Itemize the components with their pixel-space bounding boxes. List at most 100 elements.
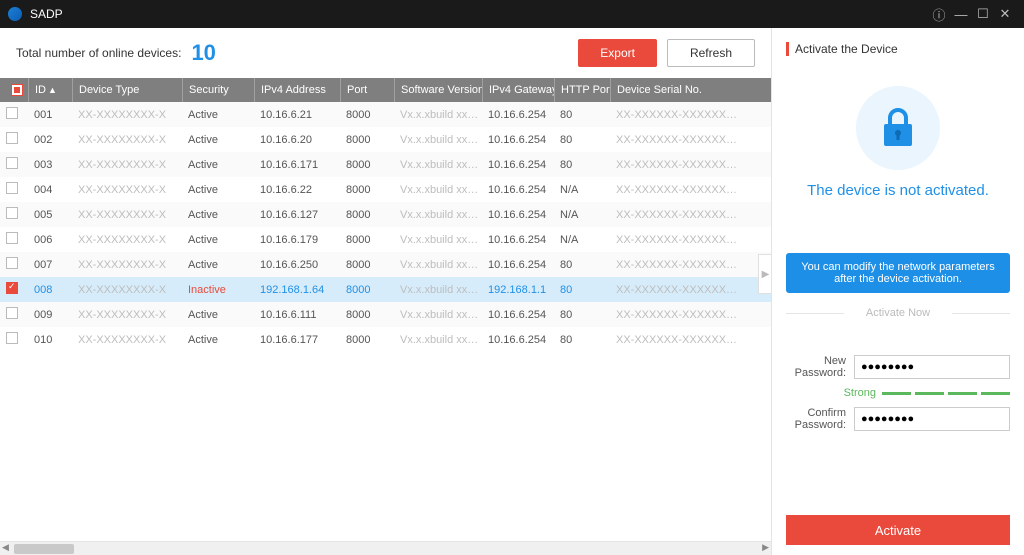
cell-software-version: Vx.x.xbuild xxxxxx — [394, 234, 482, 246]
cell-port: 8000 — [340, 134, 394, 146]
cell-http-port: 80 — [554, 259, 610, 271]
table-row[interactable]: 007XX-XXXXXXXX-XActive10.16.6.2508000Vx.… — [0, 252, 771, 277]
cell-id: 006 — [28, 234, 72, 246]
cell-http-port: 80 — [554, 134, 610, 146]
cell-id: 004 — [28, 184, 72, 196]
cell-port: 8000 — [340, 184, 394, 196]
table-row[interactable]: 002XX-XXXXXXXX-XActive10.16.6.208000Vx.x… — [0, 127, 771, 152]
cell-security: Inactive — [182, 284, 254, 296]
confirm-password-input[interactable] — [854, 407, 1010, 431]
info-icon[interactable]: ⓘ — [928, 5, 950, 24]
cell-id: 001 — [28, 109, 72, 121]
col-security[interactable]: Security — [182, 78, 254, 102]
scroll-left-icon[interactable]: ◀ — [2, 542, 9, 553]
table-row[interactable]: 005XX-XXXXXXXX-XActive10.16.6.1278000Vx.… — [0, 202, 771, 227]
cell-serial: XX-XXXXXX-XXXXXXXXX — [610, 234, 740, 246]
panel-title: Activate the Device — [786, 42, 1010, 56]
row-checkbox[interactable] — [0, 332, 28, 347]
activate-now-text: Activate Now — [786, 307, 1010, 319]
cell-security: Active — [182, 109, 254, 121]
col-software-version[interactable]: Software Version — [394, 78, 482, 102]
password-strength-bars — [882, 392, 1010, 395]
table-row[interactable]: 006XX-XXXXXXXX-XActive10.16.6.1798000Vx.… — [0, 227, 771, 252]
horizontal-scrollbar[interactable]: ◀ ▶ — [0, 541, 771, 555]
cell-ipv4-gateway: 10.16.6.254 — [482, 334, 554, 346]
row-checkbox[interactable] — [0, 107, 28, 122]
cell-security: Active — [182, 209, 254, 221]
cell-serial: XX-XXXXXX-XXXXXXXXXX — [610, 309, 740, 321]
cell-device-type: XX-XXXXXXXX-X — [72, 234, 182, 246]
col-port[interactable]: Port — [340, 78, 394, 102]
col-device-type[interactable]: Device Type — [72, 78, 182, 102]
cell-http-port: 80 — [554, 159, 610, 171]
table-row[interactable]: 001XX-XXXXXXXX-XActive10.16.6.218000Vx.x… — [0, 102, 771, 127]
row-checkbox[interactable] — [0, 232, 28, 247]
cell-http-port: 80 — [554, 334, 610, 346]
new-password-label: New Password: — [786, 355, 854, 379]
row-checkbox[interactable] — [0, 157, 28, 172]
cell-software-version: Vx.x.xbuild xxxxxx — [394, 184, 482, 196]
activate-button[interactable]: Activate — [786, 515, 1010, 545]
cell-device-type: XX-XXXXXXXX-X — [72, 184, 182, 196]
cell-security: Active — [182, 159, 254, 171]
cell-http-port: N/A — [554, 184, 610, 196]
cell-port: 8000 — [340, 209, 394, 221]
confirm-password-label: Confirm Password: — [786, 407, 854, 431]
col-serial[interactable]: Device Serial No. — [610, 78, 740, 102]
cell-ipv4-address: 10.16.6.177 — [254, 334, 340, 346]
select-all-checkbox[interactable] — [0, 78, 28, 102]
cell-serial: XX-XXXXXX-XXXXXXXXXXX — [610, 109, 740, 121]
row-checkbox[interactable] — [0, 307, 28, 322]
maximize-button[interactable]: ☐ — [972, 6, 994, 22]
not-activated-text: The device is not activated. — [786, 182, 1010, 199]
close-button[interactable]: ✕ — [994, 6, 1016, 22]
table-row[interactable]: 008XX-XXXXXXXX-XInactive192.168.1.648000… — [0, 277, 771, 302]
cell-id: 008 — [28, 284, 72, 296]
cell-ipv4-gateway: 10.16.6.254 — [482, 309, 554, 321]
minimize-button[interactable]: — — [950, 7, 972, 22]
row-checkbox[interactable] — [0, 282, 28, 297]
row-checkbox[interactable] — [0, 132, 28, 147]
app-logo-icon — [8, 7, 22, 21]
table-row[interactable]: 009XX-XXXXXXXX-XActive10.16.6.1118000Vx.… — [0, 302, 771, 327]
cell-serial: XX-XXXXXX-XXXXXXXXXXX — [610, 134, 740, 146]
cell-id: 005 — [28, 209, 72, 221]
device-table: ID▲ Device Type Security IPv4 Address Po… — [0, 78, 771, 541]
row-checkbox[interactable] — [0, 257, 28, 272]
app-title: SADP — [30, 7, 928, 21]
cell-port: 8000 — [340, 109, 394, 121]
toolbar: Total number of online devices: 10 Expor… — [0, 28, 771, 78]
cell-device-type: XX-XXXXXXXX-X — [72, 284, 182, 296]
col-ipv4-gateway[interactable]: IPv4 Gateway — [482, 78, 554, 102]
row-checkbox[interactable] — [0, 207, 28, 222]
scroll-right-icon[interactable]: ▶ — [762, 542, 769, 553]
new-password-input[interactable] — [854, 355, 1010, 379]
cell-port: 8000 — [340, 259, 394, 271]
export-button[interactable]: Export — [578, 39, 657, 67]
row-checkbox[interactable] — [0, 182, 28, 197]
col-http-port[interactable]: HTTP Port — [554, 78, 610, 102]
cell-software-version: Vx.x.xbuild xxxxxx — [394, 209, 482, 221]
cell-port: 8000 — [340, 284, 394, 296]
cell-device-type: XX-XXXXXXXX-X — [72, 259, 182, 271]
total-devices-label: Total number of online devices: — [16, 46, 181, 60]
table-row[interactable]: 003XX-XXXXXXXX-XActive10.16.6.1718000Vx.… — [0, 152, 771, 177]
cell-ipv4-gateway: 10.16.6.254 — [482, 109, 554, 121]
cell-ipv4-gateway: 10.16.6.254 — [482, 259, 554, 271]
cell-software-version: Vx.x.xbuild xxxxxx — [394, 134, 482, 146]
password-strength-label: Strong — [844, 387, 876, 399]
cell-ipv4-address: 10.16.6.127 — [254, 209, 340, 221]
cell-http-port: N/A — [554, 209, 610, 221]
col-ipv4-address[interactable]: IPv4 Address — [254, 78, 340, 102]
cell-security: Active — [182, 184, 254, 196]
col-id[interactable]: ID▲ — [28, 78, 72, 102]
scrollbar-thumb[interactable] — [14, 544, 74, 554]
table-row[interactable]: 010XX-XXXXXXXX-XActive10.16.6.1778000Vx.… — [0, 327, 771, 352]
expand-panel-tab[interactable]: ▶ — [758, 254, 771, 294]
cell-serial: XX-XXXXXX-XXXXXXXXXXX — [610, 334, 740, 346]
refresh-button[interactable]: Refresh — [667, 39, 755, 67]
cell-software-version: Vx.x.xbuild xxxxxx — [394, 159, 482, 171]
table-row[interactable]: 004XX-XXXXXXXX-XActive10.16.6.228000Vx.x… — [0, 177, 771, 202]
table-header: ID▲ Device Type Security IPv4 Address Po… — [0, 78, 771, 102]
cell-ipv4-address: 10.16.6.179 — [254, 234, 340, 246]
